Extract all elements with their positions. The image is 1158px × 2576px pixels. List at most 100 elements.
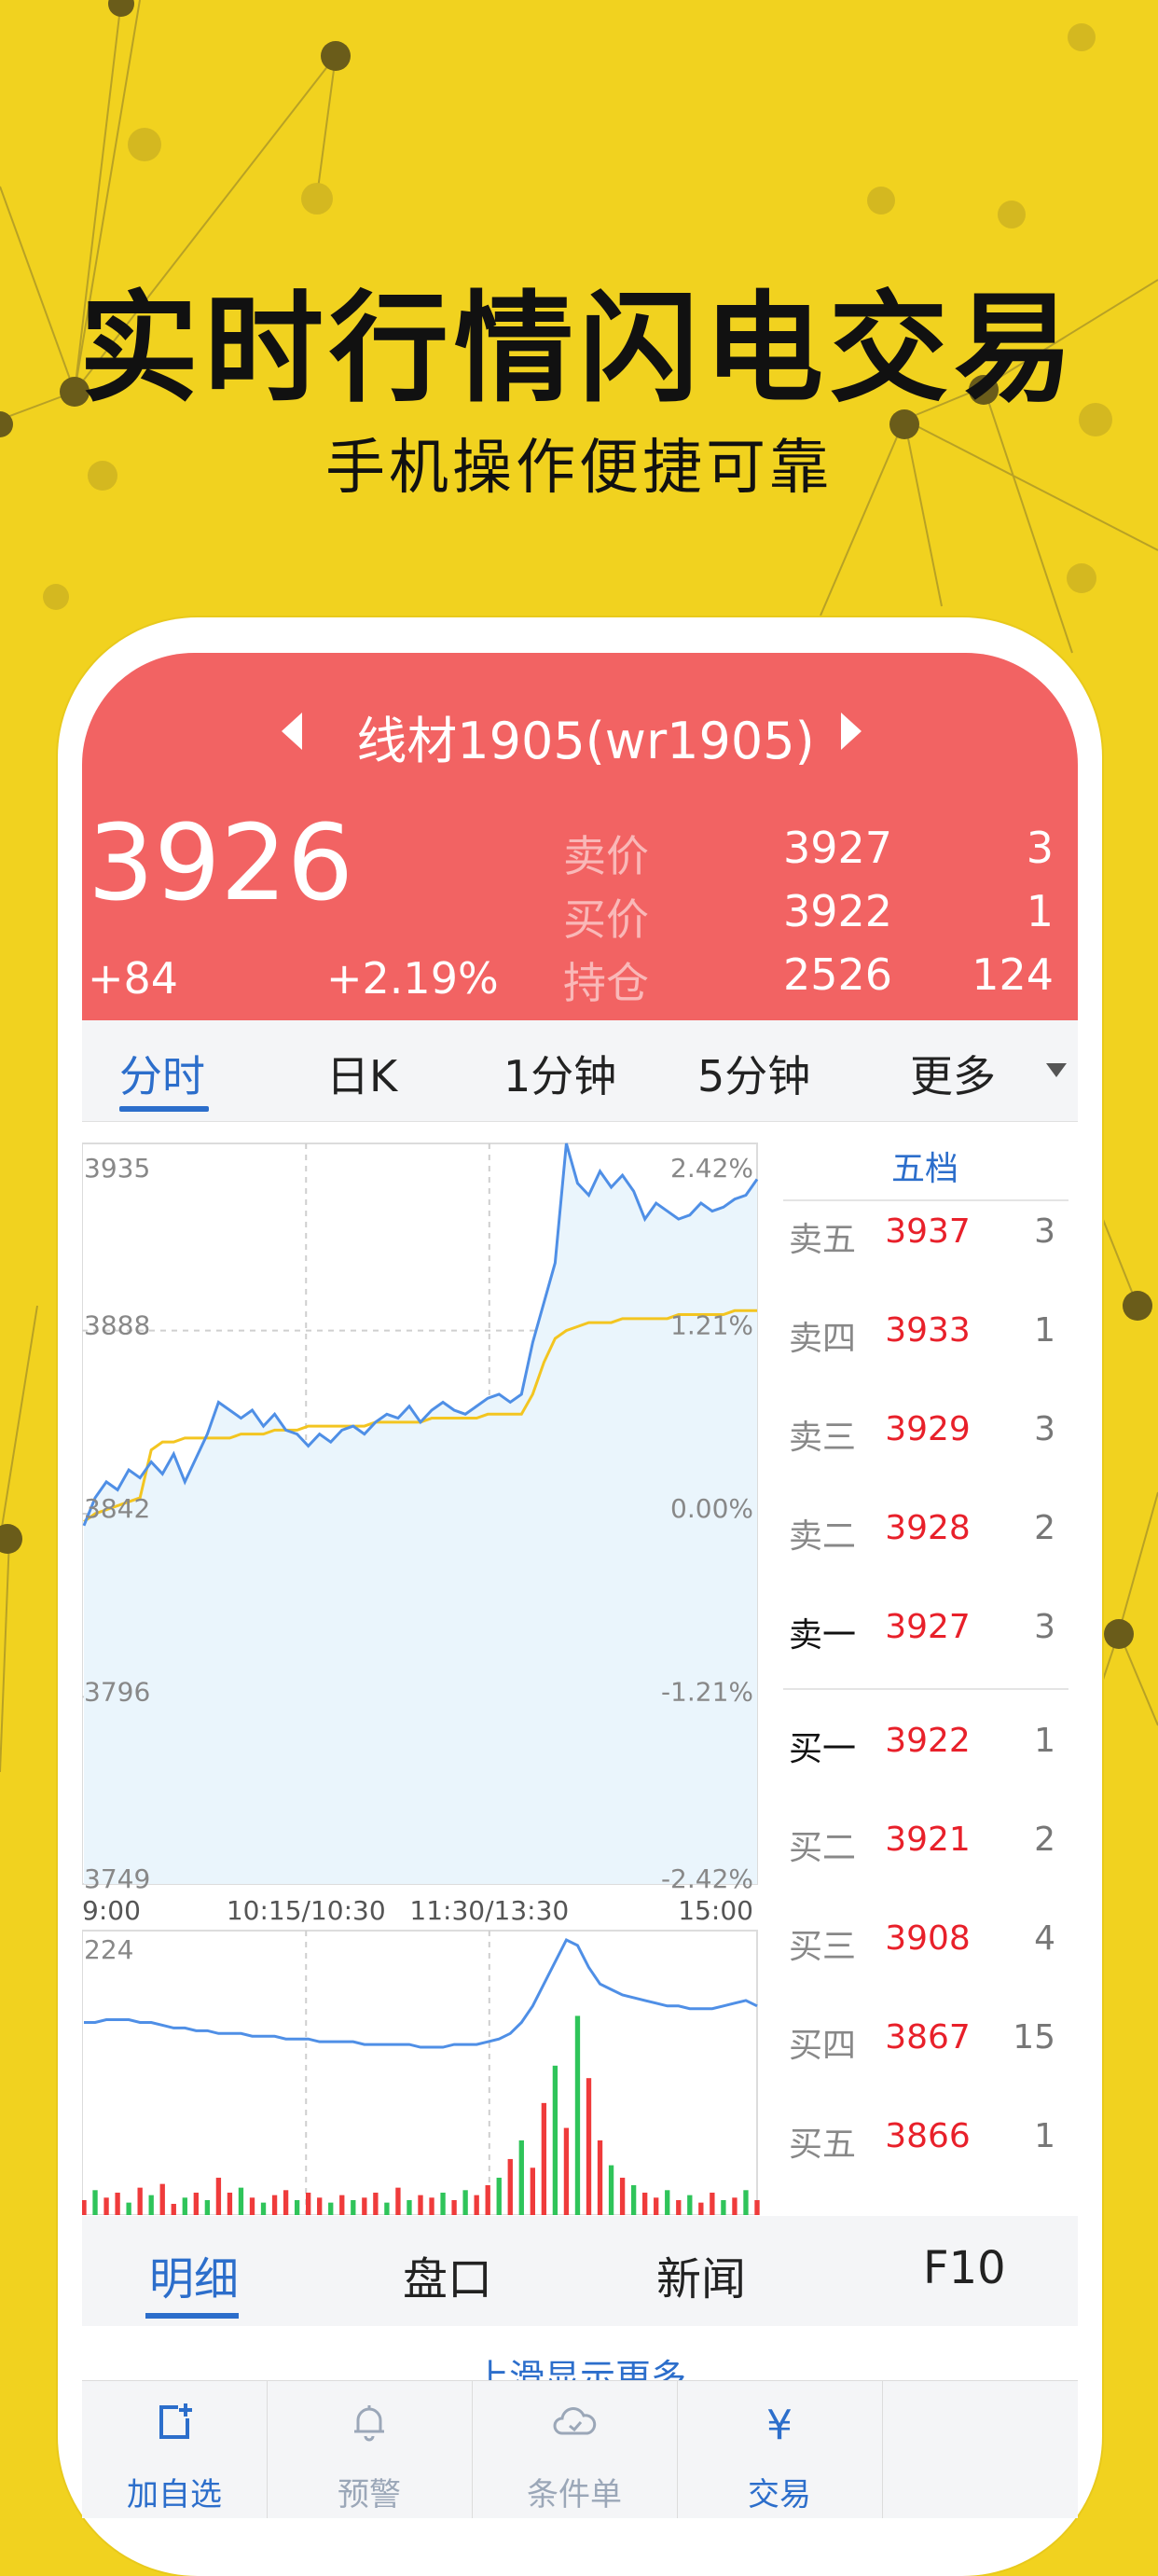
volume-bar [597,2140,603,2215]
promo-subline: 手机操作便捷可靠 [325,434,833,503]
tab-news[interactable]: 新闻 [656,2242,746,2307]
volume-bar [362,2197,367,2215]
volume-bar [642,2192,648,2215]
ask-level-price[interactable]: 3933 [869,1311,986,1350]
volume-bar [507,2158,513,2215]
tab-intraday[interactable]: 分时 [119,1043,205,1104]
previous-contract-arrow-icon[interactable] [282,713,302,750]
ask-price-value: 3927 [783,823,893,873]
bid-level-price[interactable]: 3867 [869,2018,986,2057]
bid-level-price[interactable]: 3921 [869,1821,986,1859]
volume-bar [608,2165,614,2215]
add-watchlist-icon [82,2402,267,2453]
volume-bar [92,2190,98,2215]
bid-price-label: 买价 [563,894,649,945]
time-axis-tick-label: 15:00 [678,1895,753,1926]
open-interest-value: 2526 [783,949,893,1000]
tab-daily-k[interactable]: 日K [326,1043,397,1104]
ask-level-5: 卖五 3937 3 [772,1212,1078,1268]
volume-bar [418,2195,423,2215]
volume-bar [227,2192,233,2215]
bid-level-price[interactable]: 3922 [869,1722,986,1760]
percent-axis-tick-label: 2.42% [670,1153,753,1184]
volume-bar [249,2197,255,2215]
volume-bar [530,2167,535,2215]
dropdown-caret-icon[interactable] [1046,1063,1067,1077]
bid-level-qty: 15 [1013,2018,1055,2057]
volume-bar [687,2195,693,2215]
price-axis-tick-label: 3796 [84,1676,150,1707]
volume-bar [137,2187,143,2215]
volume-bar [574,2015,581,2215]
bid-level-qty: 2 [1034,1821,1055,1859]
ask-level-price[interactable]: 3927 [869,1608,986,1646]
tab-trade-details[interactable]: 明细 [149,2242,239,2307]
volume-bar [351,2199,356,2215]
bid-level-4: 买四 3867 15 [772,2018,1078,2074]
order-book-divider [783,1688,1068,1690]
alert-button[interactable]: 预警 [267,2381,473,2518]
open-interest-label: 持仓 [563,958,649,1008]
volume-bar [283,2190,289,2215]
volume-bar [721,2199,726,2215]
ask-level-label: 卖五 [789,1221,857,1259]
tab-market-depth[interactable]: 盘口 [403,2242,492,2307]
ask-level-price[interactable]: 3937 [869,1212,986,1251]
volume-bar [171,2203,176,2215]
ask-level-qty: 3 [1034,1608,1055,1646]
contract-name[interactable]: 线材1905(wr1905) [343,699,828,773]
promo-headline: 实时行情闪电交易 [78,280,1079,419]
ask-level-price[interactable]: 3928 [869,1509,986,1547]
price-axis-tick-label: 3749 [84,1863,150,1894]
ask-price-label: 卖价 [563,831,649,881]
tab-more[interactable]: 更多 [910,1043,996,1104]
volume-bar [754,2199,760,2215]
intraday-chart[interactable]: 3935 3888 3842 3796 3749 2.42% 1.21% 0.00% -1.21… [82,1138,761,2216]
volume-bar [698,2202,704,2215]
volume-bar [103,2197,109,2215]
volume-bar [496,2177,502,2215]
volume-bar [474,2195,479,2215]
app-screen: 线材1905(wr1905) 3926 +84 +2.19% 卖价 3927 3… [82,653,1078,2518]
volume-bar [306,2192,311,2215]
volume-panel-frame [82,1930,758,2216]
volume-bar [215,2177,222,2215]
volume-bar [395,2187,401,2215]
ask-level-label: 卖一 [789,1616,857,1655]
tab-f10[interactable]: F10 [923,2242,1006,2294]
next-contract-arrow-icon[interactable] [841,713,862,750]
cloud-icon [472,2402,677,2453]
volume-bar [260,2202,267,2215]
trade-button[interactable]: ¥ 交易 [677,2381,883,2518]
ask-price-row: 卖价 3927 3 [563,823,1054,881]
ask-level-qty: 3 [1034,1410,1055,1448]
bid-level-1: 买一 3922 1 [772,1722,1078,1778]
order-book-title[interactable]: 五档 [772,1142,1078,1190]
last-price: 3926 [88,803,354,924]
yen-icon: ¥ [766,2402,793,2449]
volume-bar [563,2127,570,2215]
ask-level-price[interactable]: 3929 [869,1410,986,1448]
conditional-order-button[interactable]: 条件单 [472,2381,678,2518]
volume-bar [317,2197,323,2215]
add-watchlist-button[interactable]: 加自选 [82,2381,268,2518]
volume-bar [619,2177,626,2215]
bid-price-qty: 1 [1026,886,1054,936]
volume-bar [126,2202,131,2215]
open-interest-change: 124 [972,949,1054,1000]
volume-bar [518,2140,524,2215]
volume-bar [654,2197,659,2215]
bid-level-price[interactable]: 3866 [869,2117,986,2155]
volume-bar [676,2199,682,2215]
tab-5-minute[interactable]: 5分钟 [697,1043,810,1104]
tab-1-minute[interactable]: 1分钟 [503,1043,616,1104]
volume-bar [238,2187,244,2215]
volume-bar [384,2202,390,2215]
volume-bar [82,2199,87,2215]
bid-level-price[interactable]: 3908 [869,1919,986,1958]
open-interest-row: 持仓 2526 124 [563,949,1054,1008]
active-tab-indicator [119,1106,209,1112]
volume-bar [485,2184,490,2215]
bid-price-value: 3922 [783,886,893,936]
